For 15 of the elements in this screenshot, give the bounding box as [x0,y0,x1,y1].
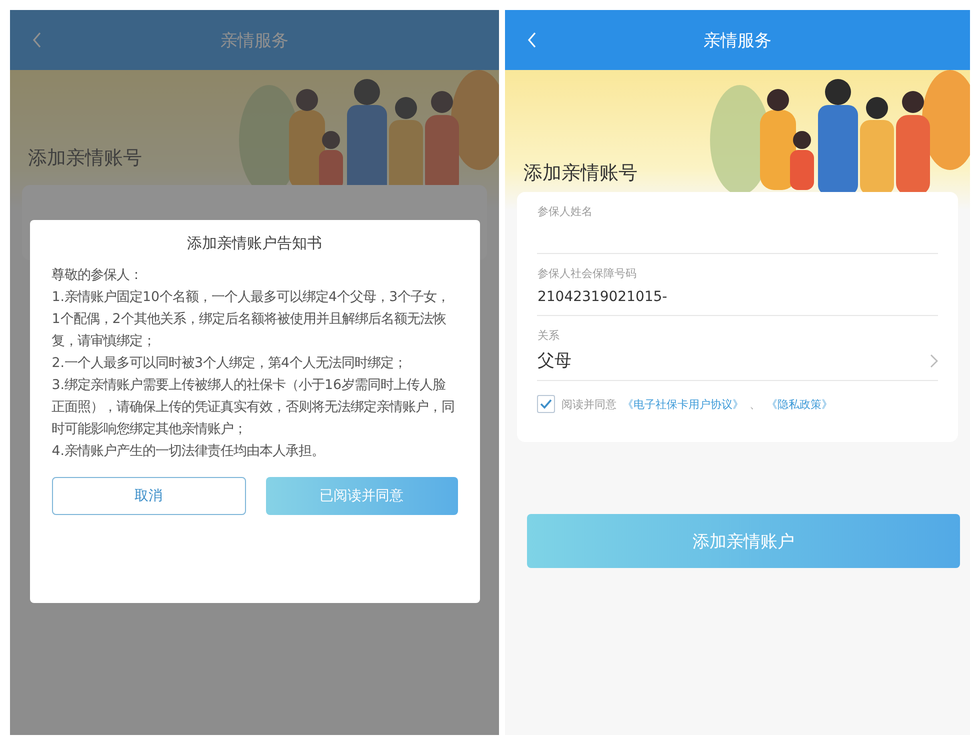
header-title: 亲情服务 [704,30,772,52]
dialog-greeting: 尊敬的参保人： [52,266,144,285]
separator-text: 、 [749,396,760,412]
agreement-text: 阅读并同意 [561,396,616,412]
notice-paragraph: 3.绑定亲情账户需要上传被绑人的社保卡（小于16岁需同时上传人脸正面照），请确保上传的凭证真实有效，否则将无法绑定亲情账户，同时可能影响您绑定其他亲情账户； [52,376,456,439]
page-title: 添加亲情账号 [28,146,142,171]
field-label: 参保人姓名 [537,204,594,219]
field-label: 参保人社会保障号码 [537,266,638,281]
header-title: 亲情服务 [220,30,289,52]
notice-paragraph: 1.亲情账户固定10个名额，一个人最多可以绑定4个父母，3个子女，1个配偶，2个其他关系，绑定后名额将被使用并且解绑后名额无法恢复，请审慎绑定； [52,288,451,351]
page-title: 添加亲情账号 [523,161,638,186]
notice-paragraph: 2.一个人最多可以同时被3个人绑定，第4个人无法同时绑定； [52,354,408,373]
dialog-title: 添加亲情账户告知书 [186,234,324,253]
field-label: 关系 [537,328,560,343]
notice-paragraph: 4.亲情账户产生的一切法律责任均由本人承担。 [52,442,326,461]
